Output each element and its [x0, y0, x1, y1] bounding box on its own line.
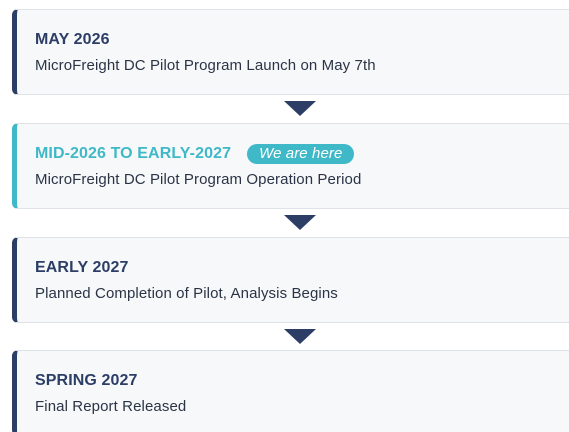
milestone-title: SPRING 2027 [35, 371, 569, 391]
milestone-description: Final Report Released [35, 398, 187, 415]
milestone-description: MicroFreight DC Pilot Program Operation … [35, 171, 362, 188]
milestone-title-text: MID-2026 TO EARLY-2027 [35, 145, 232, 162]
milestone-card-mid-2026-to-early-2027: MID-2026 TO EARLY-2027 We are here Micro… [12, 123, 569, 209]
milestone-title: MAY 2026 [35, 30, 569, 50]
milestone-title-text: EARLY 2027 [35, 259, 129, 276]
milestone-card-early-2027: EARLY 2027 Planned Completion of Pilot, … [12, 237, 569, 323]
milestone-description: MicroFreight DC Pilot Program Launch on … [35, 57, 376, 74]
down-triangle-icon [284, 215, 316, 230]
milestone-title-text: MAY 2026 [35, 31, 110, 48]
down-triangle-icon [284, 329, 316, 344]
milestone-card-spring-2027: SPRING 2027 Final Report Released [12, 350, 569, 432]
current-status-badge: We are here [247, 144, 355, 164]
milestone-card-may-2026: MAY 2026 MicroFreight DC Pilot Program L… [12, 9, 569, 95]
milestone-description: Planned Completion of Pilot, Analysis Be… [35, 285, 338, 302]
milestone-title: MID-2026 TO EARLY-2027 We are here [35, 144, 569, 164]
timeline: MAY 2026 MicroFreight DC Pilot Program L… [0, 0, 569, 432]
down-triangle-icon [284, 101, 316, 116]
milestone-title-text: SPRING 2027 [35, 372, 138, 389]
milestone-title: EARLY 2027 [35, 258, 569, 278]
